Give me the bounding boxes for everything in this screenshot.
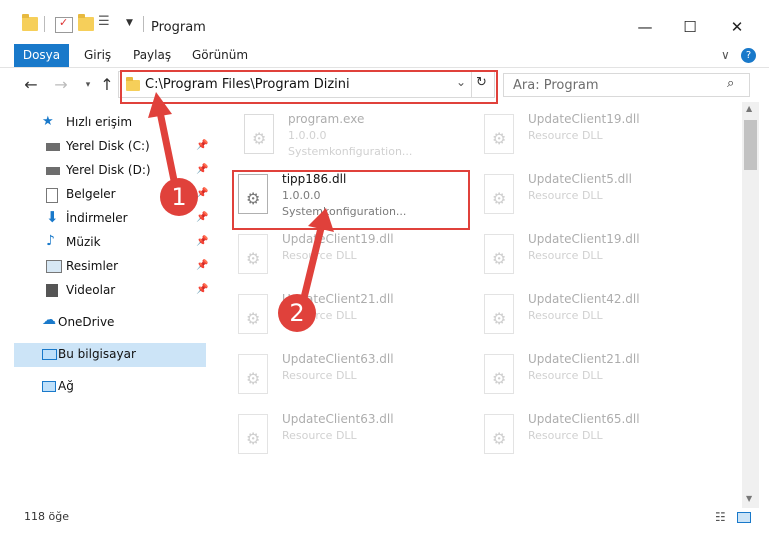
annotation-arrows: [148, 92, 334, 310]
step-badge-1: 1: [160, 178, 198, 216]
arrow-2: [298, 208, 334, 310]
arrow-1: [148, 92, 180, 194]
step-badge-2: 2: [278, 294, 316, 332]
